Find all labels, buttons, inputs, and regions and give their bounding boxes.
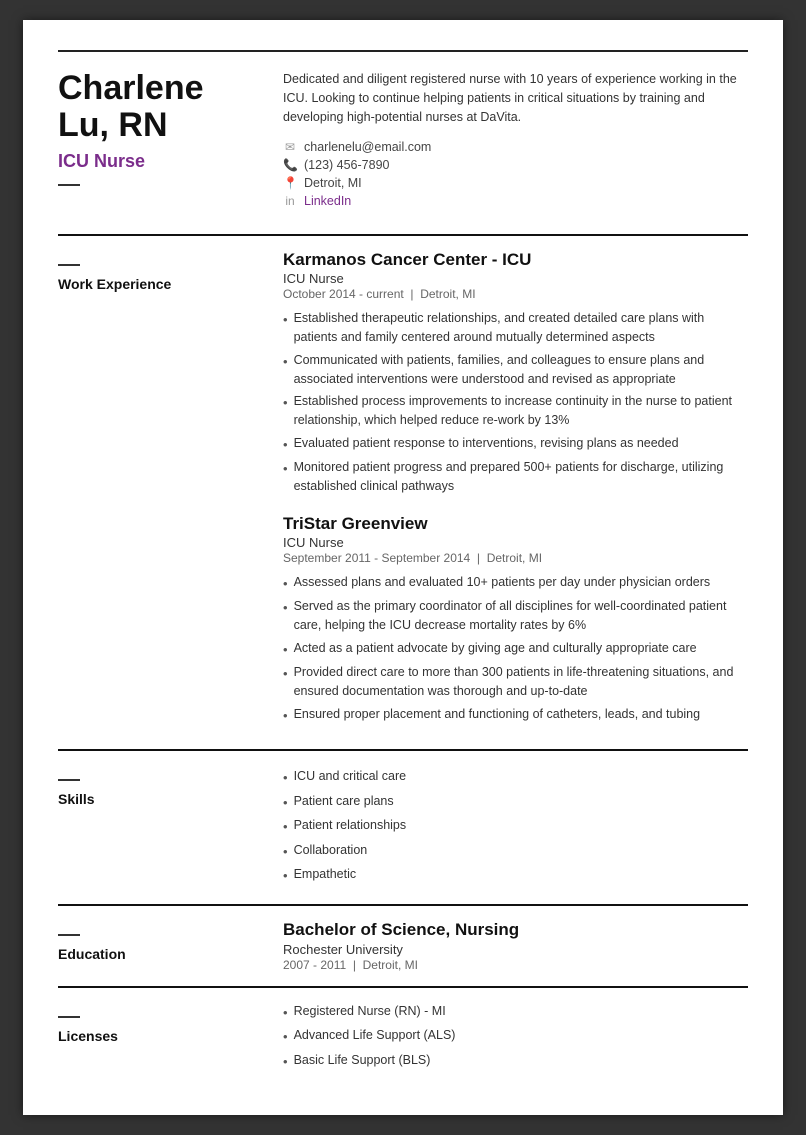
- job-2-meta: September 2011 - September 2014 | Detroi…: [283, 551, 748, 565]
- licenses-section: Licenses Registered Nurse (RN) - MI Adva…: [58, 1002, 748, 1076]
- licenses-divider: [58, 986, 748, 988]
- header-left: Charlene Lu, RN ICU Nurse: [58, 70, 253, 218]
- skills-list: ICU and critical care Patient care plans…: [283, 767, 748, 886]
- work-experience-right: Karmanos Cancer Center - ICU ICU Nurse O…: [283, 250, 748, 735]
- job-1-bullet-5: Monitored patient progress and prepared …: [283, 458, 748, 496]
- edu-school: Rochester University: [283, 942, 748, 957]
- linkedin-link[interactable]: LinkedIn: [304, 194, 351, 208]
- contact-email: ✉ charlenelu@email.com: [283, 140, 748, 154]
- job-title: ICU Nurse: [58, 151, 253, 172]
- job-1-bullet-1: Established therapeutic relationships, a…: [283, 309, 748, 347]
- education-divider: [58, 904, 748, 906]
- job-1-meta: October 2014 - current | Detroit, MI: [283, 287, 748, 301]
- job-1: Karmanos Cancer Center - ICU ICU Nurse O…: [283, 250, 748, 496]
- skills-divider: [58, 749, 748, 751]
- skill-2: Patient care plans: [283, 792, 748, 813]
- licenses-section-divider: [58, 1016, 80, 1018]
- licenses-label: Licenses: [58, 1028, 253, 1044]
- skills-left: Skills: [58, 765, 253, 890]
- job-1-bullet-3: Established process improvements to incr…: [283, 392, 748, 430]
- job-1-bullet-4: Evaluated patient response to interventi…: [283, 434, 748, 455]
- job-2-bullets: Assessed plans and evaluated 10+ patient…: [283, 573, 748, 726]
- candidate-name: Charlene Lu, RN: [58, 70, 253, 145]
- license-1: Registered Nurse (RN) - MI: [283, 1002, 748, 1023]
- education-left: Education: [58, 920, 253, 972]
- education-right: Bachelor of Science, Nursing Rochester U…: [283, 920, 748, 972]
- work-divider: [58, 234, 748, 236]
- skills-label: Skills: [58, 791, 253, 807]
- location-icon: 📍: [283, 176, 297, 190]
- education-section: Education Bachelor of Science, Nursing R…: [58, 920, 748, 972]
- skill-3: Patient relationships: [283, 816, 748, 837]
- job-2-role: ICU Nurse: [283, 535, 748, 550]
- work-experience-left: Work Experience: [58, 250, 253, 735]
- skills-section: Skills ICU and critical care Patient car…: [58, 765, 748, 890]
- job-1-bullets: Established therapeutic relationships, a…: [283, 309, 748, 496]
- job-1-bullet-2: Communicated with patients, families, an…: [283, 351, 748, 389]
- resume-document: Charlene Lu, RN ICU Nurse Dedicated and …: [23, 20, 783, 1115]
- education-section-divider: [58, 934, 80, 936]
- licenses-list: Registered Nurse (RN) - MI Advanced Life…: [283, 1002, 748, 1072]
- job-2-bullet-3: Acted as a patient advocate by giving ag…: [283, 639, 748, 660]
- education-label: Education: [58, 946, 253, 962]
- linkedin-icon: in: [283, 194, 297, 208]
- edu-meta: 2007 - 2011 | Detroit, MI: [283, 958, 748, 972]
- work-section-divider: [58, 264, 80, 266]
- top-border: [58, 50, 748, 52]
- contact-phone: 📞 (123) 456-7890: [283, 158, 748, 172]
- job-2-bullet-2: Served as the primary coordinator of all…: [283, 597, 748, 635]
- job-2-bullet-5: Ensured proper placement and functioning…: [283, 705, 748, 726]
- work-experience-section: Work Experience Karmanos Cancer Center -…: [58, 250, 748, 735]
- name-title: Charlene Lu, RN ICU Nurse: [58, 70, 253, 172]
- license-2: Advanced Life Support (ALS): [283, 1026, 748, 1047]
- header-right: Dedicated and diligent registered nurse …: [283, 70, 748, 218]
- skills-right: ICU and critical care Patient care plans…: [283, 765, 748, 890]
- edu-degree: Bachelor of Science, Nursing: [283, 920, 748, 940]
- contact-linkedin[interactable]: in LinkedIn: [283, 194, 748, 208]
- skill-4: Collaboration: [283, 841, 748, 862]
- licenses-right: Registered Nurse (RN) - MI Advanced Life…: [283, 1002, 748, 1076]
- skill-1: ICU and critical care: [283, 767, 748, 788]
- phone-icon: 📞: [283, 158, 297, 172]
- email-icon: ✉: [283, 140, 297, 154]
- job-2: TriStar Greenview ICU Nurse September 20…: [283, 514, 748, 726]
- skills-section-divider: [58, 779, 80, 781]
- skill-5: Empathetic: [283, 865, 748, 886]
- licenses-left: Licenses: [58, 1002, 253, 1076]
- job-2-bullet-4: Provided direct care to more than 300 pa…: [283, 663, 748, 701]
- header-section: Charlene Lu, RN ICU Nurse Dedicated and …: [58, 70, 748, 218]
- license-3: Basic Life Support (BLS): [283, 1051, 748, 1072]
- contact-location: 📍 Detroit, MI: [283, 176, 748, 190]
- job-1-role: ICU Nurse: [283, 271, 748, 286]
- job-2-company: TriStar Greenview: [283, 514, 748, 534]
- section-divider: [58, 184, 80, 186]
- work-experience-label: Work Experience: [58, 276, 253, 292]
- summary-text: Dedicated and diligent registered nurse …: [283, 70, 748, 126]
- job-1-company: Karmanos Cancer Center - ICU: [283, 250, 748, 270]
- job-2-bullet-1: Assessed plans and evaluated 10+ patient…: [283, 573, 748, 594]
- contact-list: ✉ charlenelu@email.com 📞 (123) 456-7890 …: [283, 140, 748, 208]
